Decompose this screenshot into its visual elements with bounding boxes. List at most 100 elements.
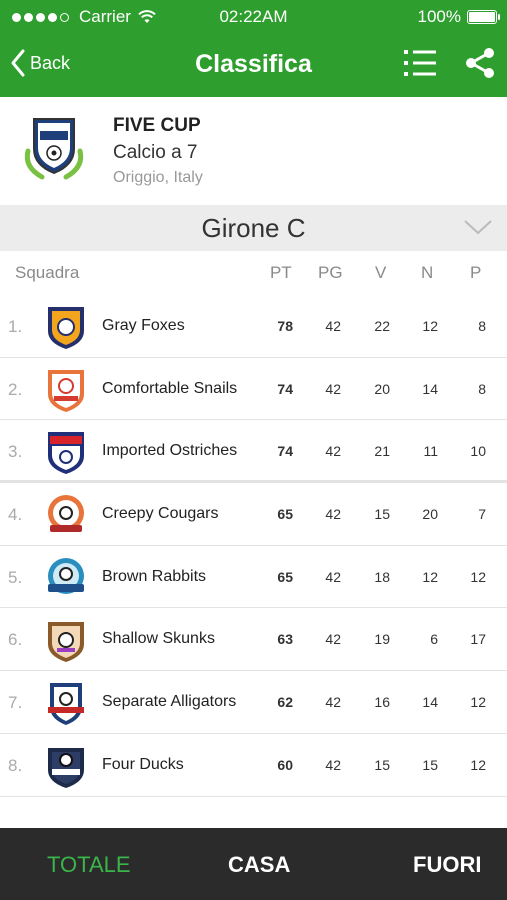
row-position: 3. bbox=[8, 442, 23, 462]
team-draws: 12 bbox=[422, 318, 438, 334]
table-row[interactable]: 2. Comfortable Snails 74 42 20 14 8 bbox=[0, 358, 507, 421]
team-badge-icon bbox=[48, 495, 84, 533]
team-losses: 8 bbox=[478, 318, 486, 334]
team-played: 42 bbox=[325, 631, 341, 648]
tab-away[interactable]: FUORI bbox=[413, 852, 481, 878]
team-name: Shallow Skunks bbox=[102, 630, 215, 648]
table-row[interactable]: 7. Separate Alligators 62 42 16 14 12 bbox=[0, 671, 507, 734]
team-name: Imported Ostriches bbox=[102, 442, 238, 460]
row-position: 8. bbox=[8, 755, 23, 775]
team-badge-icon bbox=[48, 307, 84, 349]
team-losses: 7 bbox=[478, 506, 486, 523]
team-losses: 12 bbox=[470, 694, 486, 711]
tab-total[interactable]: TOTALE bbox=[47, 852, 131, 878]
row-position: 5. bbox=[8, 567, 23, 587]
group-selector[interactable]: Girone C bbox=[0, 205, 507, 251]
standings-header: Squadra PT PG V N P bbox=[0, 251, 507, 295]
team-draws: 11 bbox=[423, 443, 438, 460]
team-points: 74 bbox=[277, 380, 293, 397]
team-wins: 15 bbox=[374, 506, 390, 523]
team-name: Separate Alligators bbox=[102, 693, 237, 711]
group-title: Girone C bbox=[201, 213, 306, 243]
team-played: 42 bbox=[325, 756, 341, 773]
table-row[interactable]: 4. Creepy Cougars 65 42 15 20 7 bbox=[0, 483, 507, 546]
team-wins: 21 bbox=[374, 443, 390, 460]
status-bar: Carrier 02:22AM 100% bbox=[0, 0, 507, 34]
team-losses: 10 bbox=[470, 443, 486, 460]
navigation-bar: Back Classifica bbox=[0, 34, 507, 97]
team-played: 42 bbox=[325, 443, 341, 460]
team-wins: 19 bbox=[374, 631, 390, 648]
column-team: Squadra bbox=[15, 263, 80, 282]
chevron-down-icon[interactable] bbox=[463, 217, 493, 237]
tab-bar: TOTALE CASA FUORI bbox=[0, 828, 507, 900]
competition-header: FIVE CUP Calcio a 7 Origgio, Italy bbox=[0, 97, 507, 205]
table-row[interactable]: 3. Imported Ostriches 74 42 21 11 10 bbox=[0, 420, 507, 484]
battery-info: 100% bbox=[417, 7, 500, 27]
team-points: 78 bbox=[277, 318, 293, 334]
team-wins: 16 bbox=[374, 694, 390, 711]
team-points: 63 bbox=[277, 631, 293, 648]
table-row[interactable]: 1. Gray Foxes 78 42 22 12 8 bbox=[0, 295, 507, 358]
share-icon[interactable] bbox=[463, 46, 497, 80]
column-v: V bbox=[375, 263, 387, 282]
team-played: 42 bbox=[325, 506, 341, 523]
competition-name: FIVE CUP bbox=[113, 115, 201, 136]
team-draws: 20 bbox=[422, 506, 438, 523]
row-position: 2. bbox=[8, 379, 23, 399]
battery-icon bbox=[467, 10, 500, 24]
team-points: 65 bbox=[277, 506, 293, 523]
team-wins: 20 bbox=[374, 380, 390, 397]
team-points: 62 bbox=[277, 694, 293, 711]
team-played: 42 bbox=[325, 380, 341, 397]
team-wins: 15 bbox=[374, 756, 390, 773]
team-name: Creepy Cougars bbox=[102, 505, 219, 523]
team-points: 74 bbox=[277, 443, 293, 460]
team-played: 42 bbox=[325, 694, 341, 711]
team-losses: 12 bbox=[470, 568, 486, 585]
row-position: 4. bbox=[8, 505, 23, 525]
column-p: P bbox=[470, 263, 482, 282]
team-name: Brown Rabbits bbox=[102, 567, 207, 585]
team-badge-icon bbox=[48, 369, 84, 412]
team-losses: 8 bbox=[478, 380, 486, 397]
column-pg: PG bbox=[318, 263, 343, 282]
team-draws: 14 bbox=[422, 380, 438, 397]
standings-table: 1. Gray Foxes 78 42 22 12 8 2. Comfortab… bbox=[0, 295, 507, 797]
team-wins: 22 bbox=[374, 318, 390, 334]
team-name: Comfortable Snails bbox=[102, 379, 238, 397]
row-position: 7. bbox=[8, 693, 23, 713]
table-row[interactable]: 8. Four Ducks 60 42 15 15 12 bbox=[0, 734, 507, 797]
column-n: N bbox=[421, 263, 434, 282]
team-losses: 12 bbox=[470, 756, 486, 773]
team-badge-icon bbox=[48, 622, 84, 663]
list-icon[interactable] bbox=[403, 46, 437, 80]
team-badge-icon bbox=[48, 557, 84, 594]
team-badge-icon bbox=[48, 747, 84, 788]
team-played: 42 bbox=[325, 568, 341, 585]
team-name: Four Ducks bbox=[102, 755, 184, 773]
battery-percent: 100% bbox=[417, 7, 461, 26]
competition-location: Origgio, Italy bbox=[113, 169, 203, 186]
team-wins: 18 bbox=[374, 568, 390, 585]
team-name: Gray Foxes bbox=[102, 317, 185, 334]
team-losses: 17 bbox=[470, 631, 486, 648]
team-points: 60 bbox=[277, 756, 293, 773]
tab-home[interactable]: CASA bbox=[228, 852, 290, 878]
team-played: 42 bbox=[325, 318, 341, 334]
table-row[interactable]: 6. Shallow Skunks 63 42 19 6 17 bbox=[0, 608, 507, 672]
team-draws: 12 bbox=[422, 568, 438, 585]
team-badge-icon bbox=[48, 432, 84, 475]
row-position: 6. bbox=[8, 630, 23, 650]
team-draws: 15 bbox=[422, 756, 438, 773]
column-pt: PT bbox=[270, 263, 292, 282]
row-position: 1. bbox=[8, 317, 23, 336]
table-row[interactable]: 5. Brown Rabbits 65 42 18 12 12 bbox=[0, 546, 507, 609]
team-draws: 6 bbox=[430, 631, 438, 648]
header-bar: Carrier 02:22AM 100% Back Classifica bbox=[0, 0, 507, 97]
competition-logo-icon bbox=[24, 118, 84, 180]
team-draws: 14 bbox=[422, 694, 438, 711]
competition-type: Calcio a 7 bbox=[113, 142, 198, 163]
team-badge-icon bbox=[48, 683, 84, 726]
team-points: 65 bbox=[277, 568, 293, 585]
